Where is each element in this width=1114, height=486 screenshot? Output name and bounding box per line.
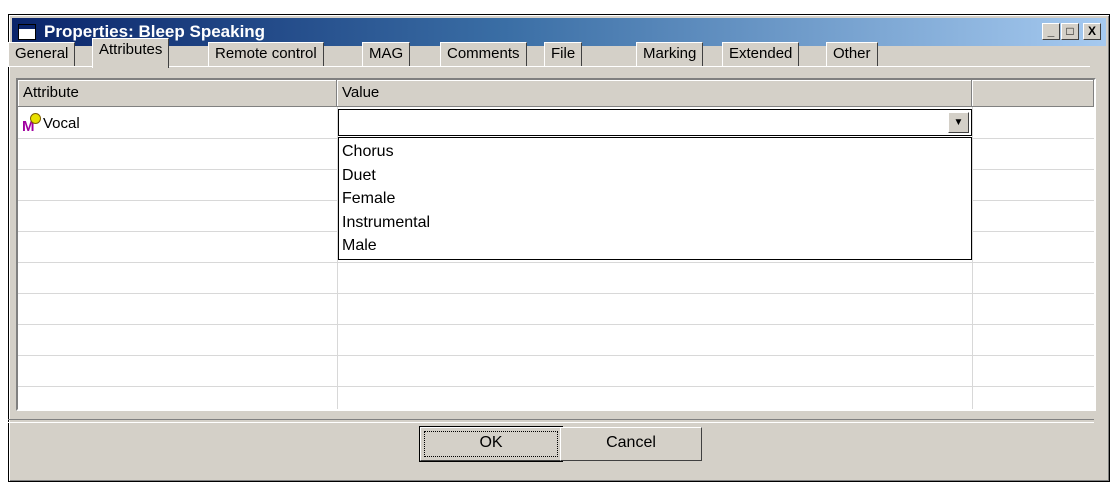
minimize-button[interactable]: _ xyxy=(1042,23,1060,40)
tab-attributes[interactable]: Attributes xyxy=(92,38,170,68)
grid-line xyxy=(18,386,1094,387)
grid-line xyxy=(972,107,973,409)
tab-comments[interactable]: Comments xyxy=(440,42,527,66)
close-button[interactable]: X xyxy=(1083,23,1101,40)
attributes-grid: Attribute Value M Vocal ▼ Chorus Duet Fe… xyxy=(16,78,1096,411)
grid-line xyxy=(18,355,1094,356)
tab-marking[interactable]: Marking xyxy=(636,42,704,66)
value-combobox[interactable]: ▼ xyxy=(338,109,972,136)
value-dropdown-list: Chorus Duet Female Instrumental Male xyxy=(338,137,972,260)
grid-line xyxy=(18,293,1094,294)
dropdown-option-male[interactable]: Male xyxy=(342,234,971,258)
window-icon xyxy=(18,24,36,40)
m-attribute-icon: M xyxy=(22,112,42,135)
column-header-blank[interactable] xyxy=(972,80,1094,107)
grid-line xyxy=(18,324,1094,325)
attribute-name: Vocal xyxy=(43,114,80,132)
maximize-button[interactable]: □ xyxy=(1061,23,1079,40)
column-header-attribute[interactable]: Attribute xyxy=(18,80,337,107)
tab-general[interactable]: General xyxy=(8,42,76,66)
dropdown-option-chorus[interactable]: Chorus xyxy=(342,140,971,164)
dropdown-option-instrumental[interactable]: Instrumental xyxy=(342,211,971,235)
button-separator xyxy=(8,419,1094,423)
focus-rectangle xyxy=(424,431,558,457)
tab-extended[interactable]: Extended xyxy=(722,42,800,66)
grid-line xyxy=(18,262,1094,263)
tab-mag[interactable]: MAG xyxy=(362,42,411,66)
dropdown-option-female[interactable]: Female xyxy=(342,187,971,211)
cancel-button[interactable]: Cancel xyxy=(560,427,702,461)
tab-divider xyxy=(8,66,1090,67)
dropdown-arrow-icon[interactable]: ▼ xyxy=(948,112,969,133)
tab-remote-control[interactable]: Remote control xyxy=(208,42,324,66)
tab-file[interactable]: File xyxy=(544,42,583,66)
table-row[interactable]: M Vocal xyxy=(22,109,80,137)
column-header-value[interactable]: Value xyxy=(337,80,972,107)
tab-other[interactable]: Other xyxy=(826,42,878,66)
ok-button[interactable]: OK xyxy=(419,426,563,462)
dropdown-option-duet[interactable]: Duet xyxy=(342,164,971,188)
